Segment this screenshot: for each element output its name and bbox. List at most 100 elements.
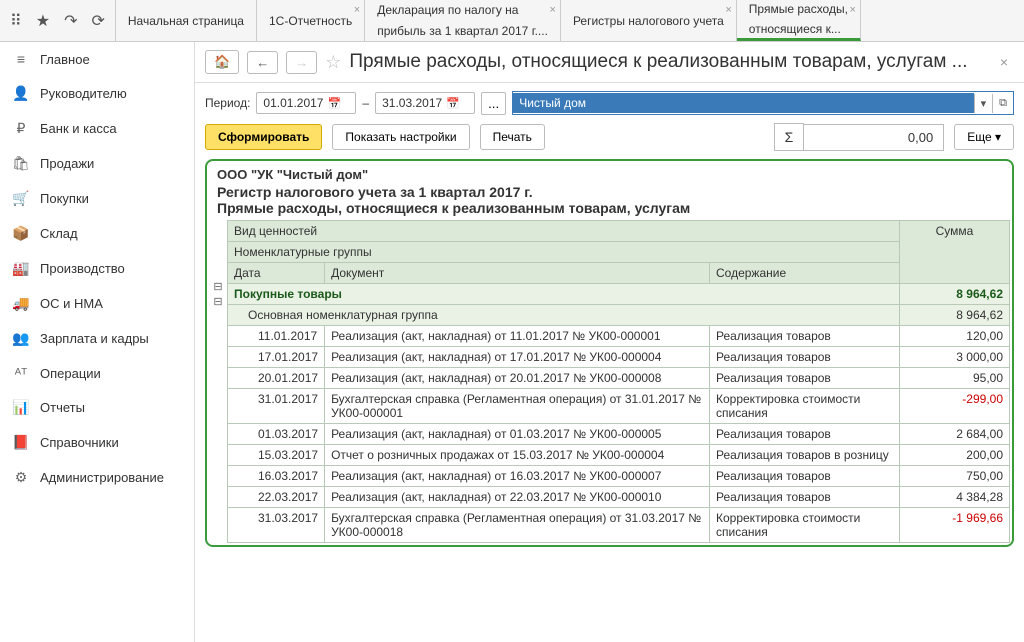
sidebar-item[interactable]: ᴬᵀ Операции [0, 356, 194, 390]
back-button[interactable]: ← [247, 51, 278, 74]
topbar: ⠿ ★ ↷ ⟳ Начальная страница1С-Отчетность×… [0, 0, 1024, 42]
history-icon[interactable]: ⟳ [91, 11, 104, 31]
tree-collapse-col: ⊟ ⊟ [209, 220, 227, 543]
close-icon[interactable]: × [550, 4, 556, 17]
table-row[interactable]: 20.01.2017Реализация (акт, накладная) от… [228, 368, 1010, 389]
sidebar-item[interactable]: 👥 Зарплата и кадры [0, 321, 194, 356]
dropdown-icon[interactable]: ▾ [974, 94, 993, 113]
col-date: Дата [228, 263, 325, 284]
sidebar-icon: ≡ [12, 51, 30, 67]
tab[interactable]: 1С-Отчетность× [257, 0, 365, 41]
sidebar-label: Руководителю [40, 86, 127, 101]
sidebar-label: Администрирование [40, 470, 164, 485]
topbar-icons: ⠿ ★ ↷ ⟳ [0, 0, 116, 41]
calendar-icon[interactable]: 📅 [446, 97, 460, 110]
sidebar-label: Продажи [40, 156, 94, 171]
close-icon[interactable]: × [994, 54, 1014, 70]
fav-icon[interactable]: ☆ [325, 52, 341, 73]
apps-icon[interactable]: ⠿ [10, 11, 22, 31]
sidebar-item[interactable]: ⚙ Администрирование [0, 460, 194, 495]
org-select[interactable]: Чистый дом ▾ ⧉ [512, 91, 1014, 115]
report-area: ООО "УК "Чистый дом" Регистр налогового … [195, 159, 1024, 642]
period-dash: – [362, 96, 369, 110]
period-picker-button[interactable]: ... [481, 92, 506, 115]
sidebar-label: Справочники [40, 435, 119, 450]
main: 🏠 ← → ☆ Прямые расходы, относящиеся к ре… [195, 42, 1024, 642]
period-label: Период: [205, 96, 250, 110]
col-content: Содержание [710, 263, 900, 284]
report-org: ООО "УК "Чистый дом" [217, 167, 1002, 182]
sidebar-icon: ᴬᵀ [12, 365, 30, 381]
open-dialog-icon[interactable]: ⧉ [992, 94, 1013, 113]
collapse-icon[interactable]: ⊟ [213, 295, 222, 308]
tab[interactable]: Декларация по налогу наприбыль за 1 квар… [365, 0, 561, 41]
sidebar-item[interactable]: 🏭Производство [0, 251, 194, 286]
sidebar-label: Зарплата и кадры [40, 331, 149, 346]
star-icon[interactable]: ★ [36, 11, 50, 31]
filters: Период: 01.01.2017📅 – 31.03.2017📅 ... Чи… [195, 83, 1024, 123]
page-title: Прямые расходы, относящиеся к реализован… [349, 51, 985, 73]
sidebar-item[interactable]: ≡Главное [0, 42, 194, 76]
org-value: Чистый дом [513, 93, 973, 113]
sidebar-item[interactable]: 👤Руководителю [0, 76, 194, 111]
table-row[interactable]: 16.03.2017Реализация (акт, накладная) от… [228, 466, 1010, 487]
sidebar-icon: ₽ [12, 120, 30, 137]
titlebar: 🏠 ← → ☆ Прямые расходы, относящиеся к ре… [195, 42, 1024, 83]
sidebar-item[interactable]: 📦Склад [0, 216, 194, 251]
table-row[interactable]: 22.03.2017Реализация (акт, накладная) от… [228, 487, 1010, 508]
col-nomgroup: Номенклатурные группы [228, 242, 900, 263]
close-icon[interactable]: × [354, 4, 360, 16]
tab[interactable]: Прямые расходы,относящиеся к...× [737, 0, 861, 41]
table-row[interactable]: 31.03.2017Бухгалтерская справка (Регламе… [228, 508, 1010, 543]
sum-symbol: Σ [774, 123, 805, 151]
more-button[interactable]: Еще ▾ [954, 124, 1014, 150]
sidebar-icon: 🛍 [12, 155, 30, 172]
report-title: Регистр налогового учета за 1 квартал 20… [217, 184, 1002, 200]
sidebar-item[interactable]: 📕 Справочники [0, 425, 194, 460]
form-button[interactable]: Сформировать [205, 124, 322, 150]
tab[interactable]: Начальная страница [116, 0, 257, 41]
table-row[interactable]: 31.01.2017Бухгалтерская справка (Регламе… [228, 389, 1010, 424]
table-row[interactable]: 01.03.2017Реализация (акт, накладная) от… [228, 424, 1010, 445]
print-button[interactable]: Печать [480, 124, 545, 150]
tab[interactable]: Регистры налогового учета× [561, 0, 737, 41]
col-kind: Вид ценностей [228, 221, 900, 242]
table-row[interactable]: 15.03.2017Отчет о розничных продажах от … [228, 445, 1010, 466]
sidebar-icon: 👥 [12, 330, 30, 347]
show-settings-button[interactable]: Показать настройки [332, 124, 469, 150]
actions-row: Сформировать Показать настройки Печать Σ… [195, 123, 1024, 159]
calendar-icon[interactable]: 📅 [327, 97, 341, 110]
report-subtitle: Прямые расходы, относящиеся к реализован… [217, 200, 1002, 216]
sidebar-label: Операции [40, 366, 101, 381]
close-icon[interactable]: × [850, 4, 856, 17]
sidebar-item[interactable]: 🛒 Покупки [0, 181, 194, 216]
sidebar-icon: 📕 [12, 434, 30, 451]
table-row[interactable]: 11.01.2017Реализация (акт, накладная) от… [228, 326, 1010, 347]
forward-button[interactable]: → [286, 51, 317, 74]
sidebar-item[interactable]: ₽Банк и касса [0, 111, 194, 146]
sidebar-icon: 🛒 [12, 190, 30, 207]
sidebar-label: ОС и НМА [40, 296, 103, 311]
sidebar-icon: ⚙ [12, 469, 30, 486]
col-doc: Документ [325, 263, 710, 284]
sidebar-label: Отчеты [40, 400, 85, 415]
cut-icon[interactable]: ↷ [64, 11, 77, 31]
sidebar-icon: 📊 [12, 399, 30, 416]
report-grid: Вид ценностей Сумма Номенклатурные групп… [227, 220, 1010, 543]
tabs: Начальная страница1С-Отчетность×Декларац… [116, 0, 1024, 41]
sidebar-item[interactable]: 🛍 Продажи [0, 146, 194, 181]
col-sum: Сумма [900, 221, 1010, 284]
sidebar-item[interactable]: 📊 Отчеты [0, 390, 194, 425]
collapse-icon[interactable]: ⊟ [213, 280, 222, 293]
subgroup-row[interactable]: Основная номенклатурная группа 8 964,62 [228, 305, 1010, 326]
sidebar-label: Покупки [40, 191, 89, 206]
group-row[interactable]: Покупные товары 8 964,62 [228, 284, 1010, 305]
date-to-input[interactable]: 31.03.2017📅 [375, 92, 475, 114]
sidebar-icon: 🚚 [12, 295, 30, 312]
sidebar-item[interactable]: 🚚 ОС и НМА [0, 286, 194, 321]
table-row[interactable]: 17.01.2017Реализация (акт, накладная) от… [228, 347, 1010, 368]
close-icon[interactable]: × [725, 4, 731, 16]
date-from-input[interactable]: 01.01.2017📅 [256, 92, 356, 114]
sidebar-icon: 🏭 [12, 260, 30, 277]
home-button[interactable]: 🏠 [205, 50, 239, 74]
